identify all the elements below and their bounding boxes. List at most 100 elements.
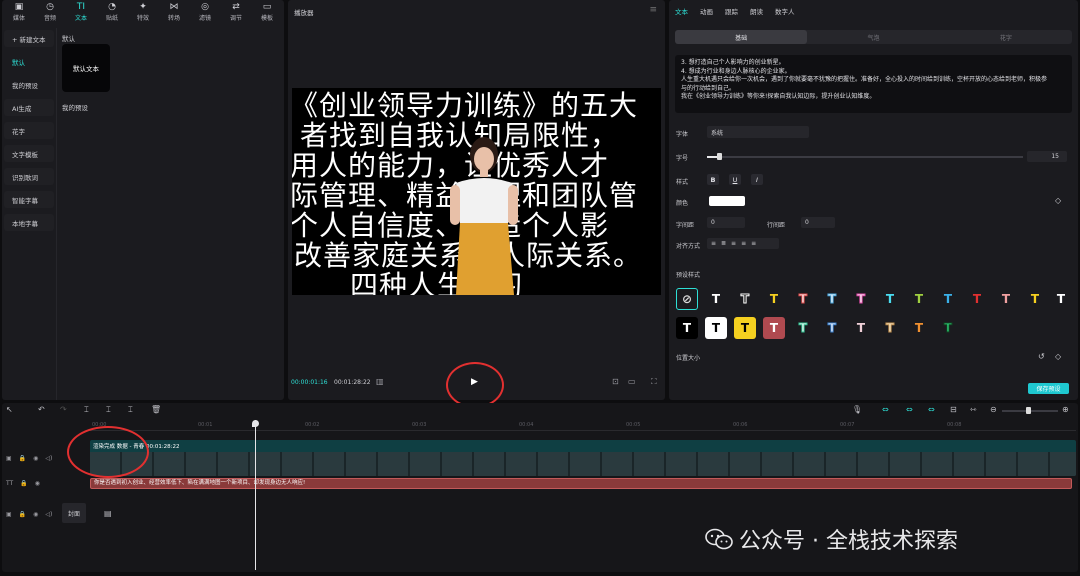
menu-icon[interactable]: ≡ [649, 5, 657, 15]
text-preset[interactable]: T [792, 317, 814, 339]
tab-read-aloud[interactable]: 朗读 [750, 6, 763, 16]
text-preset[interactable]: T [705, 317, 727, 339]
undo-icon[interactable]: ↶ [38, 405, 45, 414]
subtab-fancy[interactable]: 花字 [940, 30, 1072, 44]
keyframe-icon[interactable]: ◇ [1055, 196, 1061, 205]
tab-tracking[interactable]: 跟踪 [725, 6, 738, 16]
transition-tool[interactable]: ⋈ 转场 [161, 0, 187, 24]
text-preset[interactable]: T [821, 288, 843, 310]
text-preset[interactable]: T [908, 288, 930, 310]
line-spacing-field[interactable]: 0 [801, 217, 835, 228]
color-swatch[interactable] [709, 196, 745, 206]
eye-icon[interactable]: ◉ [33, 511, 38, 518]
sidenav-default[interactable]: 默认 [4, 53, 54, 70]
cover-button[interactable]: 封面 [62, 503, 86, 523]
text-preset[interactable]: T [937, 317, 959, 339]
text-preset[interactable]: T [1024, 288, 1046, 310]
text-preset[interactable]: T [792, 288, 814, 310]
size-field[interactable]: 15 [1027, 151, 1067, 162]
lock-icon[interactable]: 🔒 [20, 480, 27, 487]
media-tool[interactable]: ▣ 媒体 [6, 0, 32, 24]
sidenav-smart-subtitle[interactable]: 智能字幕 [4, 191, 54, 208]
adjust-tool[interactable]: ⇄ 调节 [223, 0, 249, 24]
video-clip[interactable]: 渲染完成 数据 - 青春 00:01:28:22 [90, 440, 1076, 476]
subtab-basic[interactable]: 基础 [675, 30, 808, 44]
eye-icon[interactable]: ◉ [35, 480, 40, 487]
eye-icon[interactable]: ◉ [33, 455, 38, 462]
sidenav-my-presets[interactable]: 我的预设 [4, 76, 54, 93]
timeline-toggle-icon[interactable]: ▥ [376, 377, 384, 386]
preview-axis-icon[interactable]: ⊟ [950, 405, 957, 414]
select-icon[interactable]: ↖ [6, 405, 13, 414]
sidenav-local-subtitle[interactable]: 本地字幕 [4, 214, 54, 231]
size-slider-track[interactable] [707, 156, 1023, 158]
template-tool[interactable]: ▭ 模板 [254, 0, 280, 24]
text-clip[interactable]: 你是否遇到初入创业、经营效率低下、陷在满满地图一个新项目、却发现身边无人响应! [90, 478, 1072, 489]
split-right-icon[interactable]: ⌶ [128, 405, 133, 415]
sidenav-text-template[interactable]: 文字模板 [4, 145, 54, 162]
text-preset[interactable]: T [676, 317, 698, 339]
text-tool[interactable]: TI 文本 [68, 0, 94, 24]
text-preset[interactable]: T [966, 288, 988, 310]
text-preset[interactable]: T [821, 317, 843, 339]
underline-button[interactable]: U [729, 174, 741, 185]
sticker-tool[interactable]: ◔ 贴纸 [99, 0, 125, 24]
font-select[interactable]: 系统 [707, 126, 809, 138]
link-icon[interactable]: ⇔ [882, 405, 889, 414]
text-preset[interactable]: T [850, 317, 872, 339]
text-preset[interactable]: T [850, 288, 872, 310]
text-preset[interactable]: T [879, 288, 901, 310]
split-icon[interactable]: ⌶ [84, 405, 89, 415]
lock-icon[interactable]: 🔒 [19, 511, 26, 518]
delete-icon[interactable]: 🗑 [151, 405, 161, 414]
keyframe-icon[interactable]: ◇ [1055, 352, 1061, 361]
text-preset[interactable]: T [908, 317, 930, 339]
audio-icon[interactable]: ◁) [45, 511, 52, 518]
tab-digital-human[interactable]: 数字人 [775, 6, 795, 16]
text-preset[interactable]: T [1050, 288, 1072, 310]
playhead[interactable] [255, 420, 256, 570]
lock-icon[interactable]: 🔒 [19, 455, 26, 462]
reset-icon[interactable]: ↺ [1038, 352, 1045, 361]
microphone-icon[interactable]: 🎙 [852, 405, 862, 414]
magnet-icon[interactable]: ⇔ [906, 405, 913, 414]
text-content-field[interactable]: 3. 想打造自己个人影响力的创业新星。 4. 想成为行业和身边人脉核心的企业家。… [675, 55, 1072, 113]
size-slider-knob[interactable] [717, 153, 722, 160]
sidenav-fancy-text[interactable]: 花字 [4, 122, 54, 139]
text-preset[interactable]: T [734, 317, 756, 339]
tab-text[interactable]: 文本 [675, 6, 688, 16]
effects-tool[interactable]: ✦ 特效 [130, 0, 156, 24]
default-text-tile[interactable]: 默认文本 [62, 44, 110, 92]
video-preview[interactable]: 《创业领导力训练》的五大 者找到自我认知局限性， 用人的能力，让优秀人才 际管理… [292, 88, 661, 295]
fit-timeline-icon[interactable]: ⇿ [970, 405, 977, 414]
snap-icon[interactable]: ⇔ [928, 405, 935, 414]
text-preset[interactable]: T [879, 317, 901, 339]
split-left-icon[interactable]: ⌶ [106, 405, 111, 415]
letter-spacing-field[interactable]: 0 [707, 217, 745, 228]
text-preset[interactable]: T [763, 288, 785, 310]
ratio-icon[interactable]: ▭ [628, 377, 636, 386]
zoom-knob[interactable] [1026, 407, 1031, 414]
zoom-out-icon[interactable]: ⊖ [990, 405, 997, 414]
text-preset[interactable]: T [734, 288, 756, 310]
redo-icon[interactable]: ↷ [60, 405, 67, 414]
sidenav-ai-generate[interactable]: AI生成 [4, 99, 54, 116]
filter-tool[interactable]: ◎ 滤镜 [192, 0, 218, 24]
text-preset[interactable]: T [705, 288, 727, 310]
text-preset[interactable]: T [937, 288, 959, 310]
align-buttons[interactable]: ≡≣≡≡≡ [707, 238, 779, 249]
tab-animation[interactable]: 动画 [700, 6, 713, 16]
sidenav-lyrics[interactable]: 识别歌词 [4, 168, 54, 185]
save-preset-button[interactable]: 保存预设 [1028, 383, 1069, 394]
italic-button[interactable]: I [751, 174, 763, 185]
audio-tool[interactable]: ◷ 音频 [37, 0, 63, 24]
time-ruler[interactable]: 00:00 00:01 00:02 00:03 00:04 00:05 00:0… [90, 421, 1076, 431]
fullscreen-icon[interactable]: ⛶ [651, 377, 657, 387]
playhead-handle[interactable] [252, 420, 259, 427]
text-preset[interactable]: T [763, 317, 785, 339]
text-preset[interactable]: T [995, 288, 1017, 310]
fit-icon[interactable]: ⊡ [612, 377, 619, 386]
audio-icon[interactable]: ◁) [45, 455, 52, 462]
subtab-bubble[interactable]: 气泡 [807, 30, 939, 44]
new-text-button[interactable]: + 新建文本 [4, 30, 54, 47]
